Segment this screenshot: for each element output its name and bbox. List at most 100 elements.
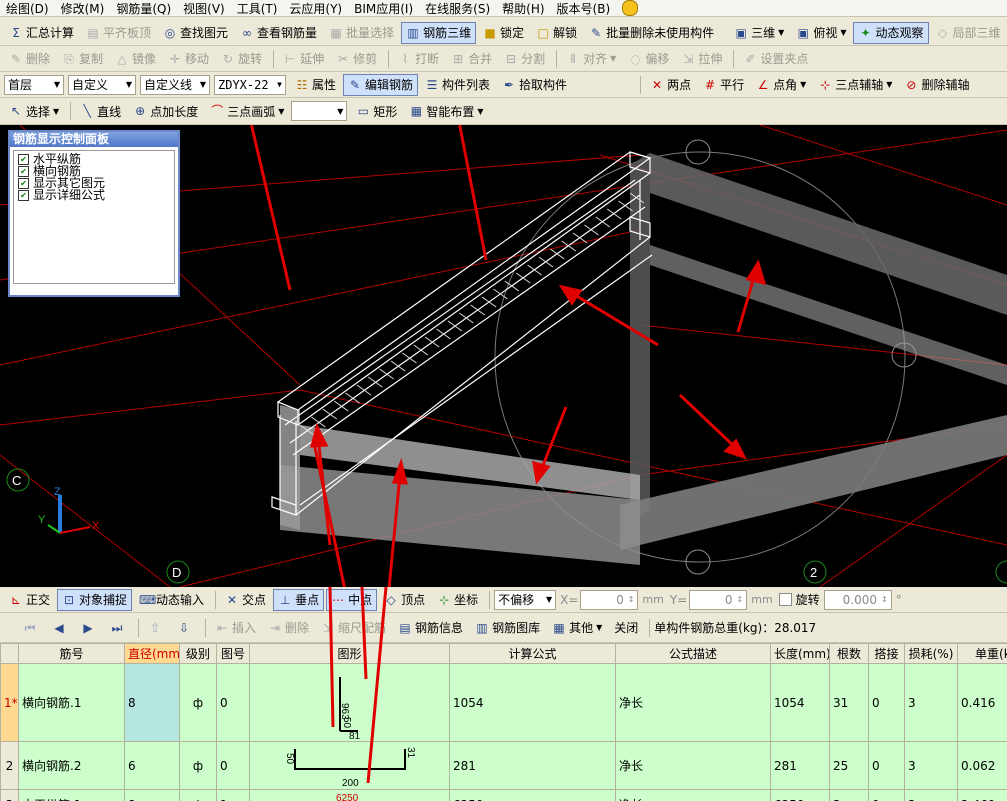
lock-button[interactable]: ■ 锁定 (478, 22, 529, 44)
close-button[interactable]: 关闭 (609, 617, 643, 639)
cell-grade[interactable]: ф (179, 789, 217, 801)
view-rebar-qty-button[interactable]: ∞ 查看钢筋量 (235, 22, 322, 44)
arc-option-select[interactable]: ▼ (291, 101, 348, 121)
cell-lap[interactable]: 0 (868, 663, 905, 742)
cell-length[interactable]: 6250 (770, 789, 830, 801)
col-header-lap[interactable]: 搭接 (868, 643, 905, 664)
col-header-loss[interactable]: 损耗(%) (904, 643, 958, 664)
row-number[interactable]: 1* (0, 663, 19, 742)
three-point-arc-button[interactable]: ⌒ 三点画弧 ▼ (205, 100, 289, 122)
align-button[interactable]: ⫴ 对齐 ▼ (561, 48, 621, 70)
cell-formula[interactable]: 6250 (449, 789, 616, 801)
break-button[interactable]: ⌇ 打断 (393, 48, 444, 70)
batch-select-button[interactable]: ▦ 批量选择 (324, 22, 399, 44)
cell-unit-weight[interactable]: 0.416 (957, 663, 1007, 742)
cell-formula[interactable]: 1054 (449, 663, 616, 742)
midpoint-snap-button[interactable]: ⋯ 中点 (326, 588, 378, 611)
two-point-axis-button[interactable]: ✕ 两点 (645, 74, 696, 96)
show-detailed-formula-checkbox[interactable]: ✔ 显示详细公式 (18, 189, 170, 201)
intersection-snap-button[interactable]: ✕ 交点 (220, 589, 271, 611)
cell-description[interactable]: 净长 (615, 741, 771, 790)
dynamic-input-button[interactable]: ⌨ 动态输入 (134, 589, 209, 611)
cell-lap[interactable]: 0 (868, 789, 905, 801)
menu-bim[interactable]: BIM应用(I) (354, 0, 413, 17)
cell-bar-no[interactable]: 水平纵筋.1 (18, 789, 125, 801)
prev-record-button[interactable]: ◀ (47, 617, 74, 639)
rebar-info-button[interactable]: ▤ 钢筋信息 (393, 617, 468, 639)
smiley-icon[interactable] (622, 0, 639, 16)
col-header-description[interactable]: 公式描述 (615, 643, 771, 664)
view-top-dropdown[interactable]: ▣ 俯视 ▼ (791, 22, 851, 44)
y-input[interactable]: 0 ↕ (689, 589, 748, 610)
cell-figure-no[interactable]: 1 (216, 789, 250, 801)
unlock-button[interactable]: □ 解锁 (531, 22, 582, 44)
col-header-bar-no[interactable]: 筋号 (18, 643, 125, 664)
first-record-button[interactable]: ⏮ (18, 617, 45, 639)
x-input[interactable]: 0 ↕ (580, 589, 639, 610)
batch-delete-button[interactable]: ✎ 批量删除未使用构件 (584, 22, 719, 44)
cell-count[interactable]: 25 (829, 741, 869, 790)
rect-button[interactable]: ▭ 矩形 (351, 100, 402, 122)
edit-rebar-button[interactable]: ✎ 编辑钢筋 (343, 73, 419, 96)
cell-shape[interactable]: 6250 (249, 789, 450, 801)
col-header-count[interactable]: 根数 (829, 643, 869, 664)
col-header-unit-weight[interactable]: 单重(kg) (957, 643, 1007, 664)
cell-grade[interactable]: ф (179, 741, 217, 790)
menu-tools[interactable]: 工具(T) (237, 0, 278, 17)
element-list-button[interactable]: ☰ 构件列表 (420, 74, 495, 96)
point-length-button[interactable]: ⊕ 点加长度 (128, 100, 203, 122)
extend-button[interactable]: ⊢ 延伸 (278, 48, 329, 70)
table-row[interactable]: 1* 横向钢筋.1 8 ф 0 963 50 81 1054 净长 1054 3… (0, 663, 1007, 742)
menu-view[interactable]: 视图(V) (183, 0, 225, 17)
ortho-button[interactable]: ⊾ 正交 (4, 589, 55, 611)
move-up-button[interactable]: ⇧ (143, 617, 170, 639)
element-type-select[interactable]: 自定义线 ▼ (140, 74, 210, 95)
cell-grade[interactable]: ф (179, 663, 217, 742)
cell-bar-no[interactable]: 横向钢筋.1 (18, 663, 125, 742)
col-header-grade[interactable]: 级别 (179, 643, 217, 664)
floor-select[interactable]: 首层 ▼ (4, 74, 64, 95)
cell-unit-weight[interactable]: 2.469 (957, 789, 1007, 801)
rotate-button[interactable]: ↻ 旋转 (216, 48, 267, 70)
mirror-button[interactable]: △ 镜像 (110, 48, 161, 70)
pick-element-button[interactable]: ✒ 拾取构件 (497, 74, 572, 96)
point-angle-button[interactable]: ∠ 点角 ▼ (751, 74, 811, 96)
table-row[interactable]: 2 横向钢筋.2 6 ф 0 50 31 200 281 净长 281 25 0… (0, 741, 1007, 790)
coordinate-snap-button[interactable]: ⊹ 坐标 (432, 589, 483, 611)
menu-modify[interactable]: 修改(M) (61, 0, 105, 17)
cell-description[interactable]: 净长 (615, 663, 771, 742)
cell-loss[interactable]: 3 (904, 663, 958, 742)
cell-figure-no[interactable]: 0 (216, 663, 250, 742)
vertex-snap-button[interactable]: ◇ 顶点 (379, 589, 430, 611)
delete-button[interactable]: ✎ 删除 (4, 48, 55, 70)
menu-online[interactable]: 在线服务(S) (425, 0, 490, 17)
row-number[interactable]: 3 (0, 789, 19, 801)
col-header-shape[interactable]: 图形 (249, 643, 450, 664)
rebar-library-button[interactable]: ▥ 钢筋图库 (470, 617, 545, 639)
element-name-select[interactable]: ZDYX-22 ▼ (214, 74, 286, 95)
view-3d-dropdown[interactable]: ▣ 三维 ▼ (729, 22, 789, 44)
cell-lap[interactable]: 0 (868, 741, 905, 790)
move-button[interactable]: ✛ 移动 (163, 48, 214, 70)
select-button[interactable]: ↖ 选择 ▼ (4, 100, 64, 122)
menu-help[interactable]: 帮助(H) (502, 0, 544, 17)
cell-unit-weight[interactable]: 0.062 (957, 741, 1007, 790)
cell-bar-no[interactable]: 横向钢筋.2 (18, 741, 125, 790)
cell-length[interactable]: 1054 (770, 663, 830, 742)
delete-axis-button[interactable]: ⊘ 删除辅轴 (899, 74, 974, 96)
cell-shape[interactable]: 963 50 81 (249, 663, 450, 742)
cell-shape[interactable]: 50 31 200 (249, 741, 450, 790)
table-row[interactable]: 3 水平纵筋.1 8 ф 1 6250 6250 净长 6250 3 0 3 2… (0, 789, 1007, 801)
find-element-button[interactable]: ◎ 查找图元 (158, 22, 233, 44)
cell-figure-no[interactable]: 0 (216, 741, 250, 790)
col-header-length[interactable]: 长度(mm) (770, 643, 830, 664)
rotate-angle-input[interactable]: 0.000 ↕ (823, 589, 892, 610)
cell-length[interactable]: 281 (770, 741, 830, 790)
properties-button[interactable]: ☷ 属性 (290, 74, 341, 96)
cell-diameter[interactable]: 8 (124, 789, 180, 801)
col-header-figure-no[interactable]: 图号 (216, 643, 250, 664)
menu-draw[interactable]: 绘图(D) (6, 0, 49, 17)
scale-rebar-button[interactable]: ⇲ 缩尺配筋 (316, 617, 391, 639)
offset-button[interactable]: ◌ 偏移 (623, 48, 674, 70)
rotate-checkbox[interactable] (778, 593, 792, 606)
